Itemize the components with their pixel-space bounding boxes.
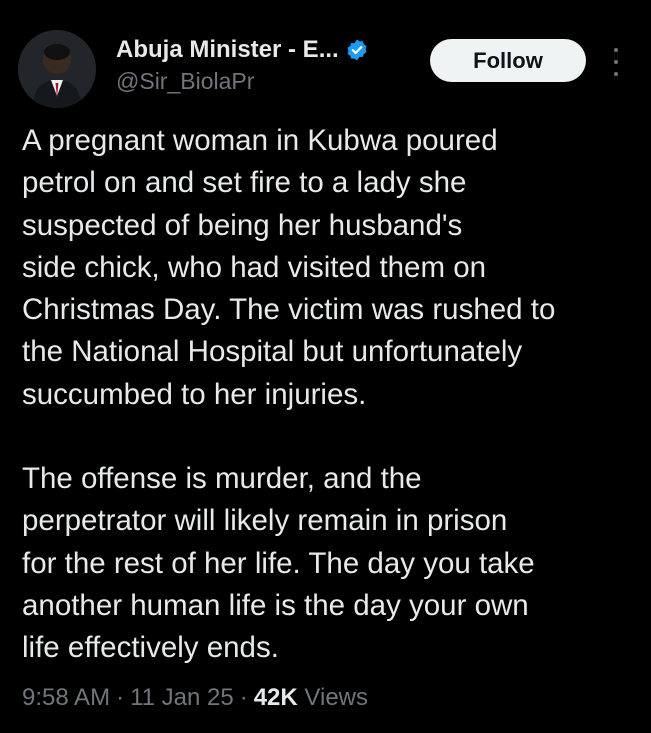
author-display-name[interactable]: Abuja Minister - E...	[116, 36, 339, 64]
meta-separator: ·	[239, 684, 248, 711]
tweet-line: petrol on and set fire to a lady she	[22, 166, 467, 200]
tweet-line: the National Hospital but unfortunately	[22, 335, 523, 369]
views-count: 42K	[253, 684, 298, 711]
tweet-meta: 9:58 AM · 11 Jan 25 · 42K Views	[22, 684, 368, 712]
more-dot	[614, 72, 618, 76]
more-dot	[614, 60, 618, 64]
author-names: Abuja Minister - E... @Sir_BiolaPr	[116, 34, 416, 95]
tweet-time[interactable]: 9:58 AM	[22, 684, 110, 711]
tweet-paragraph-2: The offense is murder, and the perpetrat…	[22, 458, 632, 669]
tweet-text: A pregnant woman in Kubwa poured petrol …	[22, 120, 632, 670]
tweet-line: The offense is murder, and the	[22, 462, 422, 496]
more-dot	[614, 48, 618, 52]
tweet-paragraph-1: A pregnant woman in Kubwa poured petrol …	[22, 120, 632, 416]
tweet-line: suspected of being her husband's	[22, 208, 463, 242]
tweet-line: for the rest of her life. The day you ta…	[22, 546, 535, 580]
name-row: Abuja Minister - E...	[116, 34, 416, 66]
author-handle[interactable]: @Sir_BiolaPr	[116, 68, 416, 95]
tweet-line: side chick, who had visited them on	[22, 250, 487, 284]
tweet-line: perpetrator will likely remain in prison	[22, 504, 508, 538]
tweet-line: life effectively ends.	[22, 631, 279, 665]
tweet-card: Abuja Minister - E... @Sir_BiolaPr Follo…	[0, 0, 651, 733]
more-options-icon[interactable]	[606, 48, 626, 76]
avatar-image	[18, 30, 96, 108]
views-label: Views	[304, 684, 368, 711]
tweet-line: another human life is the day your own	[22, 588, 529, 622]
tweet-header: Abuja Minister - E... @Sir_BiolaPr Follo…	[18, 28, 633, 108]
follow-button[interactable]: Follow	[430, 39, 586, 82]
tweet-line: Christmas Day. The victim was rushed to	[22, 293, 556, 327]
avatar[interactable]	[18, 30, 96, 108]
tweet-line: A pregnant woman in Kubwa poured	[22, 124, 498, 157]
tweet-date[interactable]: 11 Jan 25	[130, 684, 234, 711]
meta-separator: ·	[116, 684, 125, 711]
tweet-line: succumbed to her injuries.	[22, 377, 367, 411]
verified-badge-icon	[345, 38, 369, 62]
